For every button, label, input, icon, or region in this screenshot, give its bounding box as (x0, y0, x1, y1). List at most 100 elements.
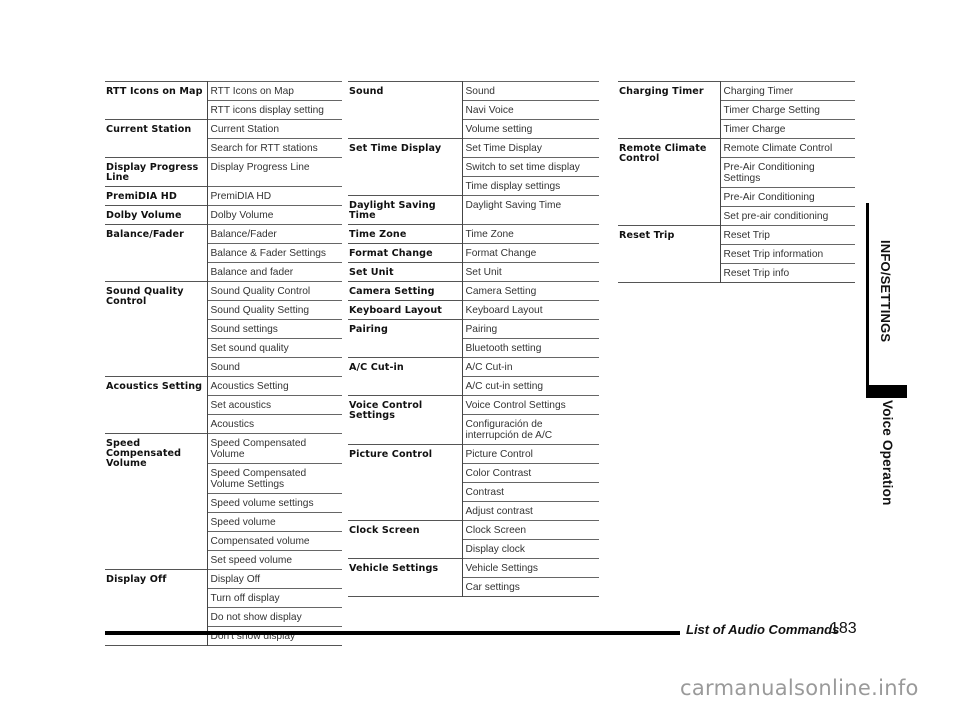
command-phrase: Acoustics (207, 414, 342, 434)
command-phrase: Reset Trip info (720, 263, 855, 283)
command-category: Camera Setting (348, 281, 463, 301)
side-tab-divider (866, 203, 869, 398)
command-phrase: Balance/Fader (207, 224, 342, 244)
table-row: Reset Trip Reset Trip (618, 225, 855, 283)
command-phrase: Clock Screen (462, 520, 599, 540)
command-phrase: Reset Trip (720, 225, 855, 245)
command-phrase: Remote Climate Control (720, 138, 855, 158)
command-phrase: Do not show display (207, 607, 342, 627)
command-phrase: A/C cut-in setting (462, 376, 599, 396)
table-row: Camera Setting Camera Setting (348, 281, 599, 301)
table-row: Pairing Pairing (348, 319, 599, 358)
command-phrase: Voice Control Settings (462, 395, 599, 415)
command-category: Vehicle Settings (348, 558, 463, 597)
table-row: Set Unit Set Unit (348, 262, 599, 282)
command-category: Sound (348, 81, 463, 139)
command-phrase: Time display settings (462, 176, 599, 196)
command-phrase: Sound (207, 357, 342, 377)
table-row: Charging Timer Charging Timer (618, 81, 855, 139)
command-phrase: PremiDIA HD (207, 186, 342, 206)
command-phrase: Display Off (207, 569, 342, 589)
table-row: Clock Screen Clock Screen (348, 520, 599, 559)
command-category: Daylight Saving Time (348, 195, 463, 225)
command-phrase: Timer Charge Setting (720, 100, 855, 120)
command-phrase: Set acoustics (207, 395, 342, 415)
command-category: RTT Icons on Map (105, 81, 208, 120)
command-table-2: Sound Sound Navi Voice Volume setting Set Ti… (348, 81, 599, 597)
command-phrase: Car settings (462, 577, 599, 597)
table-row: A/C Cut-in A/C Cut-in (348, 357, 599, 396)
command-phrase: Volume setting (462, 119, 599, 139)
table-row: Display Progress Line Display Progress Li… (105, 157, 342, 187)
side-tab-section[interactable]: INFO/SETTINGS (878, 240, 893, 342)
table-row: Time Zone Time Zone (348, 224, 599, 244)
table-row: Current Station Current Station (105, 119, 342, 158)
command-phrase: Color Contrast (462, 463, 599, 483)
command-phrase: Search for RTT stations (207, 138, 342, 158)
command-phrase: Set pre-air conditioning (720, 206, 855, 226)
command-phrase: Timer Charge (720, 119, 855, 139)
command-phrase: Current Station (207, 119, 342, 139)
command-table-3: Charging Timer Charging Timer Timer Charge… (618, 81, 855, 283)
command-category: PremiDIA HD (105, 186, 208, 206)
command-phrase: Adjust contrast (462, 501, 599, 521)
command-phrase: Sound Quality Setting (207, 300, 342, 320)
side-tab-chapter[interactable]: Voice Operation (880, 400, 895, 506)
side-tab-marker (866, 385, 907, 398)
watermark: carmanualsonline.info (680, 676, 919, 700)
command-category: Voice Control Settings (348, 395, 463, 445)
table-row: Display Off Display Off (105, 569, 342, 646)
command-category: Picture Control (348, 444, 463, 521)
table-row: Sound Quality Control Sound Quality Contr… (105, 281, 342, 377)
command-phrase: Reset Trip information (720, 244, 855, 264)
command-category: Reset Trip (618, 225, 721, 283)
command-phrase: Contrast (462, 482, 599, 502)
command-phrase: Speed volume settings (207, 493, 342, 513)
command-phrase: Turn off display (207, 588, 342, 608)
table-row: Dolby Volume Dolby Volume (105, 205, 342, 225)
page-number: 183 (830, 620, 857, 637)
command-phrase: Balance & Fader Settings (207, 243, 342, 263)
command-phrase: Balance and fader (207, 262, 342, 282)
command-phrase: Bluetooth setting (462, 338, 599, 358)
command-phrase: Set sound quality (207, 338, 342, 358)
command-category: Balance/Fader (105, 224, 208, 282)
table-row: Speed Compensated Volume Speed Compensate… (105, 433, 342, 570)
command-phrase: Acoustics Setting (207, 376, 342, 396)
command-category: Remote Climate Control (618, 138, 721, 226)
command-phrase: Navi Voice (462, 100, 599, 120)
table-row: PremiDIA HD PremiDIA HD (105, 186, 342, 206)
command-category: Display Progress Line (105, 157, 208, 187)
command-phrase: Speed Compensated Volume (207, 433, 342, 464)
command-phrase: Speed volume (207, 512, 342, 532)
command-table-1: RTT Icons on Map RTT Icons on Map RTT icon… (105, 81, 342, 646)
command-phrase: Switch to set time display (462, 157, 599, 177)
command-phrase: Charging Timer (720, 81, 855, 101)
command-phrase: Sound Quality Control (207, 281, 342, 301)
command-phrase: Camera Setting (462, 281, 599, 301)
command-phrase: Configuración de interrupción de A/C (462, 414, 599, 445)
table-row: Daylight Saving Time Daylight Saving Time (348, 195, 599, 225)
command-category: Clock Screen (348, 520, 463, 559)
command-phrase: Display clock (462, 539, 599, 559)
command-phrase: Dolby Volume (207, 205, 342, 225)
footer-title: List of Audio Commands (686, 622, 840, 637)
command-phrase: Set Time Display (462, 138, 599, 158)
command-category: Set Time Display (348, 138, 463, 196)
table-row: Set Time Display Set Time Display (348, 138, 599, 196)
command-phrase: RTT icons display setting (207, 100, 342, 120)
command-category: Sound Quality Control (105, 281, 208, 377)
command-phrase: Don't show display (207, 626, 342, 646)
table-row: Balance/Fader Balance/Fader (105, 224, 342, 282)
table-row: RTT Icons on Map RTT Icons on Map (105, 81, 342, 120)
command-category: A/C Cut-in (348, 357, 463, 396)
table-row: Vehicle Settings Vehicle Settings (348, 558, 599, 597)
command-phrase: Keyboard Layout (462, 300, 599, 320)
command-phrase: Time Zone (462, 224, 599, 244)
command-category: Dolby Volume (105, 205, 208, 225)
command-phrase: Format Change (462, 243, 599, 263)
command-category: Format Change (348, 243, 463, 263)
command-phrase: Daylight Saving Time (462, 195, 599, 225)
command-category: Set Unit (348, 262, 463, 282)
command-phrase: Picture Control (462, 444, 599, 464)
